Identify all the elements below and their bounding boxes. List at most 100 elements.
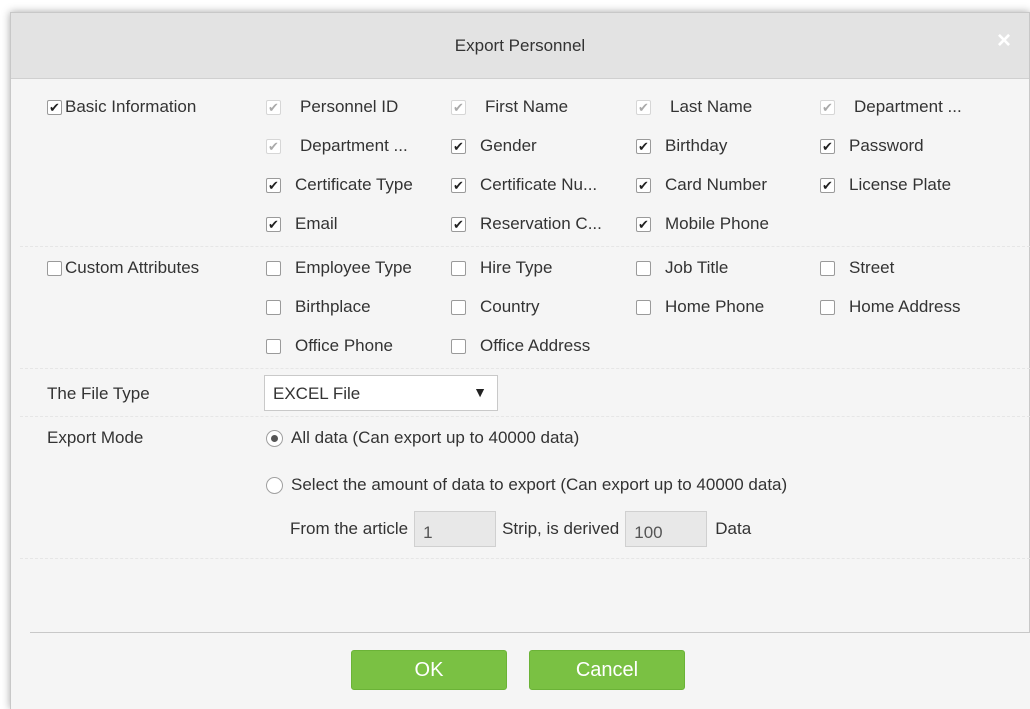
basic-field-label: Mobile Phone xyxy=(665,214,769,233)
section-divider xyxy=(20,246,1030,247)
export-mode-label: Export Mode xyxy=(47,428,144,447)
custom-field-checkbox[interactable]: Office Phone xyxy=(266,336,393,356)
basic-field-checkbox[interactable]: Mobile Phone xyxy=(636,214,769,234)
basic-field-label: Gender xyxy=(480,136,537,155)
checkbox-box xyxy=(266,138,281,154)
custom-field-checkbox[interactable]: Birthplace xyxy=(266,297,371,317)
checkbox-box[interactable] xyxy=(820,260,835,276)
radio-dot[interactable] xyxy=(266,476,283,494)
basic-field-checkbox[interactable]: Card Number xyxy=(636,175,767,195)
custom-field-checkbox[interactable]: Home Phone xyxy=(636,297,764,317)
checkbox-box xyxy=(451,99,466,115)
checkbox-box[interactable] xyxy=(451,260,466,276)
section-divider xyxy=(20,416,1030,417)
basic-field-checkbox[interactable]: Password xyxy=(820,136,924,156)
checkbox-box[interactable] xyxy=(266,216,281,232)
checkbox-box[interactable] xyxy=(47,99,62,115)
basic-field-label: First Name xyxy=(485,97,569,116)
checkbox-box[interactable] xyxy=(266,177,281,193)
checkbox-box[interactable] xyxy=(451,138,466,154)
chevron-down-icon: ▼ xyxy=(473,384,487,400)
checkbox-box xyxy=(636,99,651,115)
export-all-label: All data (Can export up to 40000 data) xyxy=(291,428,580,447)
dialog-footer xyxy=(11,633,1030,709)
basic-field-checkbox: First Name xyxy=(451,97,568,117)
cancel-button[interactable]: Cancel xyxy=(529,650,685,690)
checkbox-box[interactable] xyxy=(451,299,466,315)
checkbox-box xyxy=(820,99,835,115)
basic-information-label: Basic Information xyxy=(65,97,197,116)
from-article-input[interactable] xyxy=(414,511,497,547)
basic-field-checkbox[interactable]: Email xyxy=(266,214,338,234)
basic-field-label: Department ... xyxy=(300,136,408,155)
custom-field-checkbox[interactable]: Country xyxy=(451,297,540,317)
basic-field-label: Reservation C... xyxy=(480,214,602,233)
basic-field-label: Department ... xyxy=(854,97,962,116)
basic-information-checkbox[interactable]: Basic Information xyxy=(47,97,196,117)
checkbox-box[interactable] xyxy=(451,338,466,354)
ok-button[interactable]: OK xyxy=(351,650,507,690)
checkbox-box[interactable] xyxy=(636,216,651,232)
basic-field-checkbox[interactable]: Certificate Nu... xyxy=(451,175,597,195)
checkbox-box[interactable] xyxy=(636,177,651,193)
custom-field-label: Birthplace xyxy=(295,297,371,316)
dialog-titlebar: Export Personnel × xyxy=(11,13,1029,79)
checkbox-box[interactable] xyxy=(266,299,281,315)
custom-field-label: Employee Type xyxy=(295,258,412,277)
radio-dot[interactable] xyxy=(266,429,283,447)
custom-field-checkbox[interactable]: Employee Type xyxy=(266,258,412,278)
basic-field-checkbox[interactable]: Birthday xyxy=(636,136,727,156)
checkbox-box[interactable] xyxy=(820,177,835,193)
checkbox-box xyxy=(266,99,281,115)
custom-field-label: Street xyxy=(849,258,895,277)
basic-field-label: Certificate Nu... xyxy=(480,175,598,194)
export-all-radio[interactable]: All data (Can export up to 40000 data) xyxy=(266,428,579,448)
basic-field-label: Email xyxy=(295,214,338,233)
basic-field-checkbox[interactable]: Gender xyxy=(451,136,537,156)
basic-field-checkbox[interactable]: Certificate Type xyxy=(266,175,413,195)
checkbox-box[interactable] xyxy=(636,299,651,315)
basic-field-checkbox: Personnel ID xyxy=(266,97,398,117)
basic-field-label: Personnel ID xyxy=(300,97,399,116)
basic-field-label: Last Name xyxy=(670,97,753,116)
custom-attributes-checkbox[interactable]: Custom Attributes xyxy=(47,258,199,278)
basic-field-checkbox[interactable]: License Plate xyxy=(820,175,951,195)
custom-field-checkbox[interactable]: Street xyxy=(820,258,894,278)
basic-field-label: License Plate xyxy=(849,175,952,194)
custom-field-label: Hire Type xyxy=(480,258,553,277)
checkbox-box[interactable] xyxy=(47,260,62,276)
close-icon[interactable]: × xyxy=(993,29,1015,53)
checkbox-box[interactable] xyxy=(820,138,835,154)
export-range-row: From the article Strip, is derived Data xyxy=(290,511,751,547)
checkbox-box[interactable] xyxy=(266,338,281,354)
custom-field-label: Office Phone xyxy=(295,336,393,355)
checkbox-box[interactable] xyxy=(636,260,651,276)
custom-field-label: Country xyxy=(480,297,540,316)
checkbox-box[interactable] xyxy=(636,138,651,154)
export-amount-label: Select the amount of data to export (Can… xyxy=(291,475,788,494)
checkbox-box[interactable] xyxy=(820,299,835,315)
checkbox-box[interactable] xyxy=(266,260,281,276)
basic-field-checkbox: Department ... xyxy=(820,97,962,117)
custom-field-checkbox[interactable]: Office Address xyxy=(451,336,590,356)
checkbox-box[interactable] xyxy=(451,177,466,193)
basic-field-label: Birthday xyxy=(665,136,728,155)
dialog-title: Export Personnel xyxy=(454,36,586,55)
basic-field-checkbox: Department ... xyxy=(266,136,408,156)
section-divider xyxy=(20,558,1030,559)
custom-field-checkbox[interactable]: Hire Type xyxy=(451,258,552,278)
file-type-select[interactable]: EXCEL File ▼ xyxy=(264,375,498,411)
to-article-input[interactable] xyxy=(625,511,708,547)
strip-derived-label: Strip, is derived xyxy=(502,519,620,538)
custom-field-label: Home Phone xyxy=(665,297,765,316)
custom-field-checkbox[interactable]: Job Title xyxy=(636,258,728,278)
custom-field-label: Job Title xyxy=(665,258,729,277)
custom-field-checkbox[interactable]: Home Address xyxy=(820,297,961,317)
export-amount-radio[interactable]: Select the amount of data to export (Can… xyxy=(266,475,787,495)
custom-field-label: Office Address xyxy=(480,336,591,355)
custom-field-label: Home Address xyxy=(849,297,961,316)
checkbox-box[interactable] xyxy=(451,216,466,232)
custom-attributes-label: Custom Attributes xyxy=(65,258,200,277)
basic-field-checkbox[interactable]: Reservation C... xyxy=(451,214,602,234)
basic-field-label: Certificate Type xyxy=(295,175,413,194)
